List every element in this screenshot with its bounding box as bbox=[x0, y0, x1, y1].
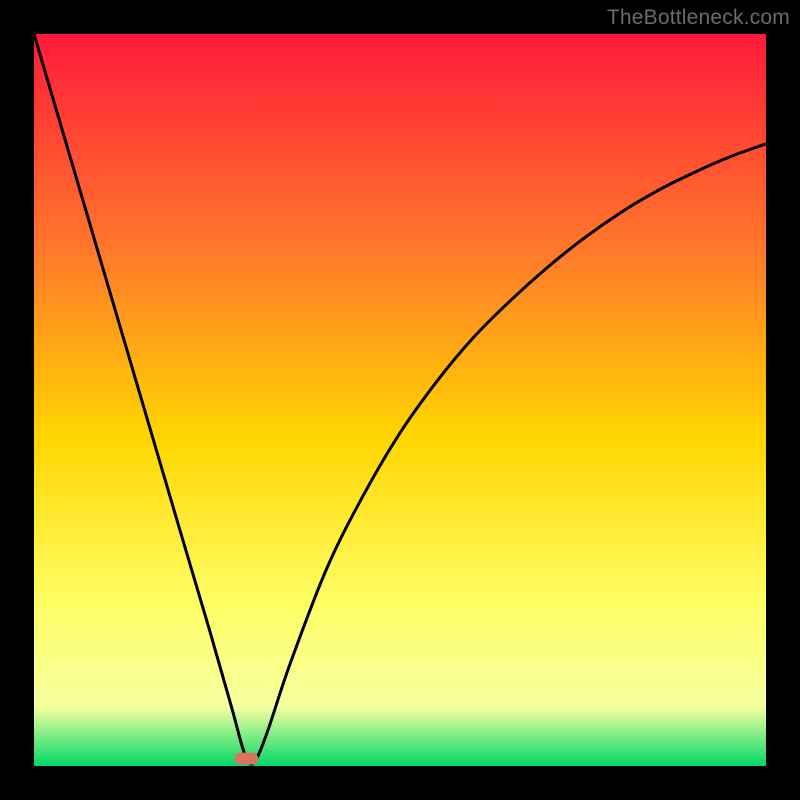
bottleneck-plot bbox=[34, 34, 766, 766]
optimum-marker bbox=[234, 753, 258, 765]
plot-svg bbox=[34, 34, 766, 766]
chart-frame: TheBottleneck.com bbox=[0, 0, 800, 800]
watermark-text: TheBottleneck.com bbox=[607, 6, 790, 30]
gradient-background bbox=[34, 34, 766, 766]
optimum-marker-pill bbox=[234, 753, 258, 765]
